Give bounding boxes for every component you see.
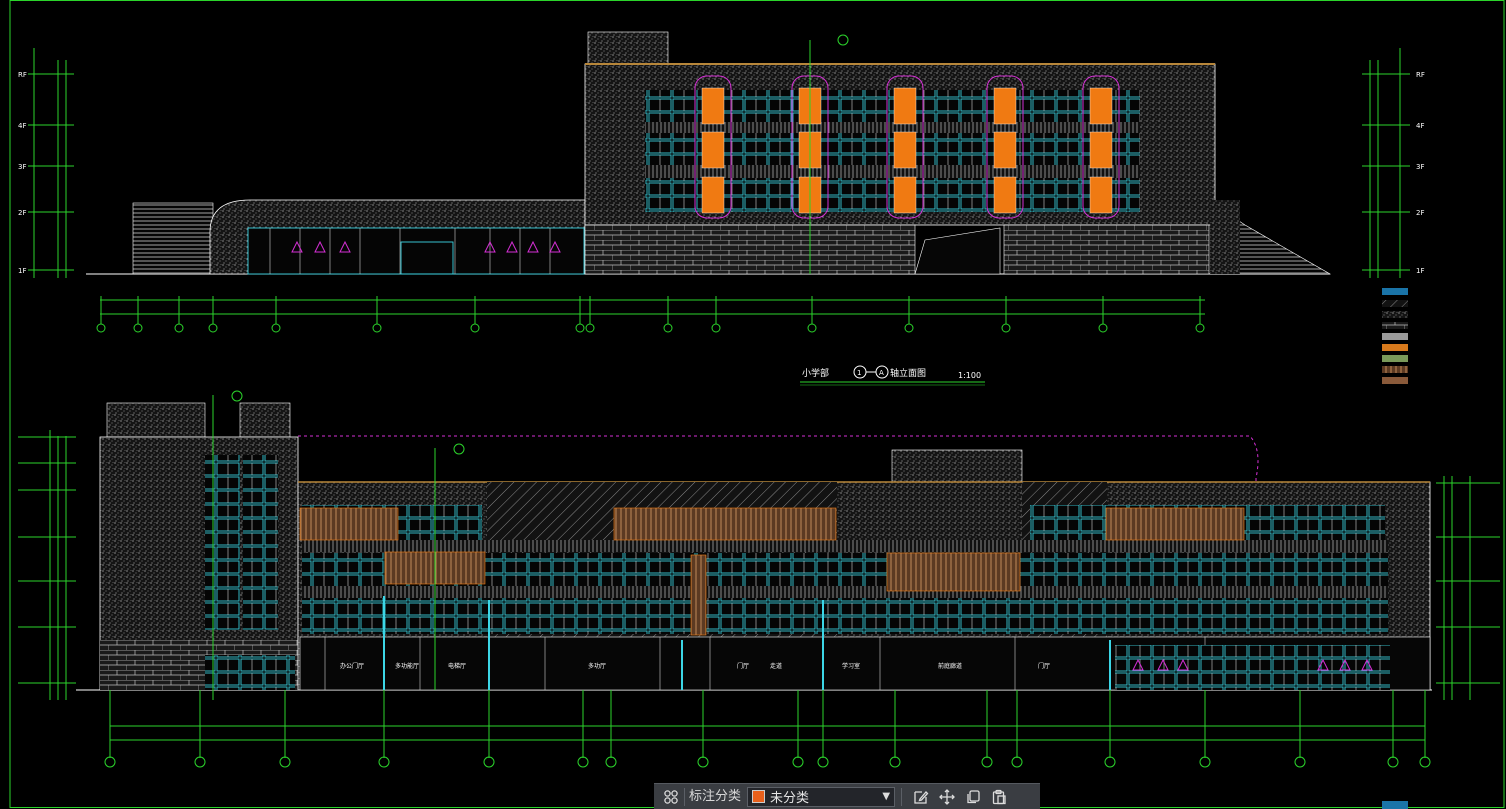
floor-label-left: 4F <box>18 122 26 130</box>
room-label: 办公门厅 <box>340 662 364 670</box>
paste-icon[interactable] <box>986 785 1012 809</box>
copy-icon[interactable] <box>960 785 986 809</box>
category-color-swatch <box>752 790 766 803</box>
room-label: 多功能厅 <box>395 662 419 670</box>
chevron-down-icon: ▼ <box>882 791 891 802</box>
floor-label-right: RF <box>1416 71 1425 79</box>
title-axis-a: 1 <box>857 369 861 377</box>
room-label: 电梯厅 <box>448 662 466 670</box>
floor-label-right: 2F <box>1416 209 1424 217</box>
floor-label-left: RF <box>18 71 27 79</box>
room-label: 门厅 <box>1038 662 1050 670</box>
room-label: 学习室 <box>842 662 860 670</box>
legend-swatch-bottom <box>1382 801 1408 809</box>
title-suffix: 轴立面图 <box>890 367 926 379</box>
room-label: 前庭廊道 <box>938 662 962 670</box>
floor-label-left: 2F <box>18 209 26 217</box>
drawing-title: 小学部 1 A 轴立面图 1:100 <box>800 365 985 386</box>
room-label: 走道 <box>770 662 782 670</box>
annotation-toolbar: 标注分类 未分类 ▼ <box>654 783 1040 809</box>
floor-label-right: 1F <box>1416 267 1424 275</box>
category-select[interactable]: 未分类 ▼ <box>747 786 896 807</box>
top-elevation <box>28 31 1410 333</box>
cad-drawing-canvas[interactable]: RF 4F 3F 2F 1F RF 4F 3F 2F 1F 小学部 1 A 轴立… <box>0 0 1506 809</box>
category-select-value: 未分类 <box>770 791 810 806</box>
category-label: 标注分类 <box>684 787 747 806</box>
edit-icon[interactable] <box>908 785 934 809</box>
title-prefix: 小学部 <box>802 367 829 379</box>
bottom-elevation: 办公门厅 多功能厅 电梯厅 多功厅 门厅 走道 学习室 前庭廊道 门厅 <box>18 390 1500 768</box>
toolbar-divider <box>901 787 903 806</box>
move-icon[interactable] <box>934 785 960 809</box>
room-label: 门厅 <box>737 662 749 670</box>
floor-label-left: 1F <box>18 267 26 275</box>
floor-label-left: 3F <box>18 163 26 171</box>
room-label: 多功厅 <box>588 662 606 670</box>
floor-label-right: 3F <box>1416 163 1424 171</box>
floor-label-right: 4F <box>1416 122 1424 130</box>
title-scale: 1:100 <box>958 371 981 380</box>
grid-icon[interactable] <box>658 785 684 809</box>
material-legend <box>1382 288 1408 384</box>
title-axis-b: A <box>879 369 884 377</box>
